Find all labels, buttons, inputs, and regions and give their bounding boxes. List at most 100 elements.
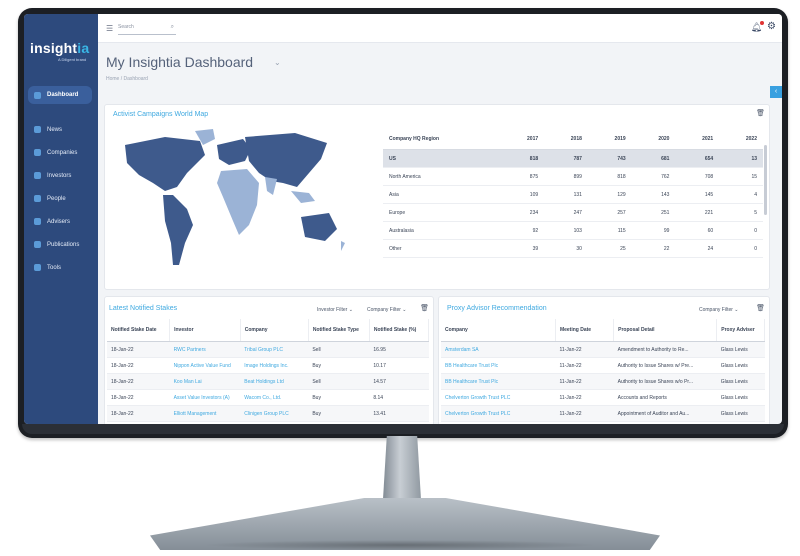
sidebar-nav: Dashboard News Companies Investors Peopl…	[24, 86, 98, 279]
table-cell: Glass Lewis	[716, 341, 765, 358]
stand-shadow	[200, 540, 600, 550]
col-header[interactable]: Notified Stake Type	[308, 319, 370, 342]
dashboard-select-chevron-icon[interactable]: ⌄	[274, 58, 281, 67]
table-cell: 681	[631, 149, 676, 168]
table-cell[interactable]: BB Healthcare Trust Plc	[441, 373, 556, 390]
table-cell[interactable]: Koo Man Lai	[169, 373, 241, 390]
table-row[interactable]: 18-Jan-22 Elliott Management Clinigen Grou…	[107, 405, 429, 422]
chevron-down-icon: ⌄	[348, 307, 353, 313]
col-header[interactable]: 2022	[719, 129, 763, 150]
col-header[interactable]: Company HQ Region	[383, 129, 501, 150]
table-cell[interactable]: RWC Partners	[169, 341, 241, 358]
search-input[interactable]: Search ⌕	[118, 24, 176, 35]
table-cell: Europe	[383, 203, 501, 222]
table-cell[interactable]: Clinigen Group PLC	[240, 405, 309, 422]
table-cell: 25	[587, 239, 632, 258]
table-cell: 8.14	[369, 389, 429, 406]
col-header[interactable]: Notified Stake (%)	[369, 319, 430, 342]
table-row[interactable]: 18-Jan-22 RWC Partners Tribal Group PLC Sel…	[107, 341, 429, 358]
table-cell[interactable]: Chelverton Growth Trust PLC	[441, 405, 556, 422]
col-header[interactable]: Company	[441, 319, 556, 342]
table-row[interactable]: Chelverton Growth Trust PLC 11-Jan-22 Appo…	[441, 405, 765, 422]
news-icon	[34, 126, 41, 133]
table-cell: 18-Jan-22	[107, 405, 170, 422]
table-cell: Sell	[308, 373, 370, 390]
table-cell[interactable]: Asset Value Investors (A)	[169, 389, 241, 406]
table-row[interactable]: Europe 234 247 257 251 221 5	[383, 203, 763, 222]
investors-icon	[34, 172, 41, 179]
panel-toggle-button[interactable]: ‹	[770, 86, 782, 98]
table-cell: 11-Jan-22	[555, 389, 614, 406]
table-cell[interactable]: Wacom Co., Ltd.	[240, 389, 309, 406]
table-cell: 14.57	[369, 373, 429, 390]
table-cell[interactable]: Elliott Management	[169, 405, 241, 422]
breadcrumb: Home / Dashboard	[106, 76, 148, 82]
sidebar-item-news[interactable]: News	[24, 118, 98, 141]
table-row[interactable]: BB Healthcare Trust Plc 11-Jan-22 Authorit…	[441, 357, 765, 374]
table-cell: Buy	[308, 357, 370, 374]
table-cell: 115	[587, 221, 632, 240]
table-cell[interactable]: Image Holdings Inc.	[240, 357, 309, 374]
table-row[interactable]: Chelverton Growth Trust PLC 11-Jan-22 Acco…	[441, 389, 765, 406]
sidebar-item-publications[interactable]: Publications	[24, 233, 98, 256]
col-header[interactable]: Notified Stake Date	[107, 319, 171, 342]
map-panel-scrollbar[interactable]	[764, 145, 767, 215]
table-cell[interactable]: Nippon Active Value Fund	[169, 357, 241, 374]
col-header[interactable]: 2020	[631, 129, 676, 150]
search-icon[interactable]: ⌕	[171, 24, 174, 31]
col-header[interactable]: Company	[240, 319, 309, 342]
table-cell[interactable]: Amsterdam SA	[441, 341, 556, 358]
sidebar-item-dashboard[interactable]: Dashboard	[28, 86, 92, 104]
table-cell[interactable]: Beat Holdings Ltd	[240, 373, 309, 390]
table-cell: 30	[544, 239, 588, 258]
table-cell: 103	[544, 221, 588, 240]
stakes-company-filter-dropdown[interactable]: Company Filter ⌄	[367, 307, 407, 313]
col-header[interactable]: 2018	[544, 129, 588, 150]
delete-widget-icon[interactable]: 🗑︎	[756, 109, 765, 117]
investor-filter-dropdown[interactable]: Investor Filter ⌄	[317, 307, 353, 313]
settings-gear-icon[interactable]: ⚙	[767, 21, 776, 32]
table-row[interactable]: 18-Jan-22 Asset Value Investors (A) Wacom …	[107, 389, 429, 406]
notified-stakes-panel: Latest Notified Stakes Investor Filter ⌄…	[104, 296, 434, 424]
sidebar-item-people[interactable]: People	[24, 187, 98, 210]
table-cell[interactable]: Chelverton Growth Trust PLC	[441, 389, 556, 406]
table-cell: Other	[383, 239, 501, 258]
world-map[interactable]	[105, 125, 345, 275]
col-header[interactable]: Investor	[169, 319, 241, 342]
monitor-chin	[22, 424, 784, 434]
table-row[interactable]: US 818 787 743 681 654 13	[383, 149, 763, 168]
proxy-company-filter-dropdown[interactable]: Company Filter ⌄	[699, 307, 739, 313]
table-row[interactable]: Asia 109 131 129 143 145 4	[383, 185, 763, 204]
table-row[interactable]: North America 875 899 818 762 708 15	[383, 167, 763, 186]
table-cell: Appointment of Auditor and Au...	[613, 405, 717, 422]
table-row[interactable]: 18-Jan-22 Nippon Active Value Fund Image H…	[107, 357, 429, 374]
delete-widget-icon[interactable]: 🗑︎	[420, 304, 429, 312]
col-header[interactable]: Proposal Detail	[613, 319, 718, 342]
table-cell[interactable]: Tribal Group PLC	[240, 341, 309, 358]
table-row[interactable]: Australasia 92 103 115 99 60 0	[383, 221, 763, 240]
sidebar-item-investors[interactable]: Investors	[24, 164, 98, 187]
table-row[interactable]: Amsterdam SA 11-Jan-22 Amendment to Author…	[441, 341, 765, 358]
app-logo[interactable]: insightia	[30, 40, 89, 56]
table-row[interactable]: 18-Jan-22 Koo Man Lai Beat Holdings Ltd Sel…	[107, 373, 429, 390]
table-cell: 10.17	[369, 357, 429, 374]
delete-widget-icon[interactable]: 🗑︎	[756, 304, 765, 312]
table-cell: 0	[719, 221, 763, 240]
col-header[interactable]: Meeting Date	[555, 319, 615, 342]
table-row[interactable]: BB Healthcare Trust Plc 11-Jan-22 Authorit…	[441, 373, 765, 390]
col-header[interactable]: 2017	[500, 129, 545, 150]
col-header[interactable]: Proxy Adviser	[716, 319, 765, 342]
col-header[interactable]: 2019	[587, 129, 632, 150]
world-map-panel: Activist Campaigns World Map 🗑︎ Company …	[104, 104, 770, 290]
map-panel-title: Activist Campaigns World Map	[113, 111, 209, 118]
sidebar-item-tools[interactable]: Tools	[24, 256, 98, 279]
sidebar-item-companies[interactable]: Companies	[24, 141, 98, 164]
region-campaigns-table: Company HQ Region 2017 2018 2019 2020 20…	[383, 129, 763, 258]
table-cell: US	[383, 149, 501, 168]
col-header[interactable]: 2021	[675, 129, 720, 150]
table-row[interactable]: Other 39 30 25 22 24 0	[383, 239, 763, 258]
table-cell[interactable]: BB Healthcare Trust Plc	[441, 357, 556, 374]
sidebar-item-advisers[interactable]: Advisers	[24, 210, 98, 233]
advisers-icon	[34, 218, 41, 225]
menu-icon[interactable]: ☰	[106, 24, 113, 33]
